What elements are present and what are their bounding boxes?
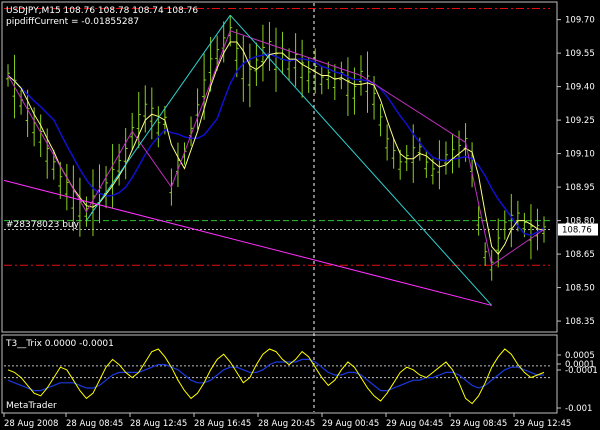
time-tick-label: 28 Aug 2008 <box>4 419 58 429</box>
time-axis: 28 Aug 2008 28 Aug 08:45 28 Aug 12:45 28 Au… <box>3 413 571 429</box>
price-axis: 109.70 109.55 109.40 109.25 109.10 108.95 108.… <box>557 16 595 327</box>
metatrader-watermark: MetaTrader <box>6 401 57 411</box>
price-tick-label: 108.35 <box>565 317 595 327</box>
price-tick-label: 109.40 <box>565 83 595 93</box>
time-tick-label: 29 Aug 04:45 <box>386 419 443 429</box>
current-price-marker: 108.76 <box>558 223 598 236</box>
indicator-axis: 0.00050.0001-0.0001-0.001 <box>557 351 598 414</box>
time-tick-label: 28 Aug 08:45 <box>66 419 123 429</box>
trix-title: T3__Trix 0.0000 -0.0001 <box>5 339 114 349</box>
indicator-tick-label: -0.0001 <box>565 366 598 376</box>
metatrader-chart-window[interactable]: 109.70 109.55 109.40 109.25 109.10 108.95 108.… <box>0 0 600 430</box>
time-tick-label: 29 Aug 00:45 <box>322 419 379 429</box>
price-tick-label: 109.55 <box>565 49 595 59</box>
price-tick-label: 108.65 <box>565 250 595 260</box>
current-price-label: 108.76 <box>562 226 592 236</box>
time-tick-label: 29 Aug 08:45 <box>450 419 507 429</box>
price-tick-label: 109.25 <box>565 116 595 126</box>
price-tick-label: 108.95 <box>565 183 595 193</box>
time-tick-label: 28 Aug 16:45 <box>194 419 251 429</box>
time-tick-label: 29 Aug 12:45 <box>514 419 571 429</box>
symbol-header: USDJPY,M15 108.76 108.78 108.74 108.76 <box>6 6 198 16</box>
indicator-header: pipdiffCurrent = -0.01855287 <box>6 17 139 27</box>
price-tick-label: 108.50 <box>565 284 595 294</box>
order-line-label[interactable]: #28378023 buy <box>6 220 80 230</box>
price-tick-label: 109.10 <box>565 150 595 160</box>
price-tick-label: 109.70 <box>565 16 595 26</box>
indicator-tick-label: -0.001 <box>565 404 592 414</box>
time-tick-label: 28 Aug 12:45 <box>130 419 187 429</box>
time-tick-label: 28 Aug 20:45 <box>258 419 315 429</box>
price-panel[interactable] <box>1 1 558 333</box>
